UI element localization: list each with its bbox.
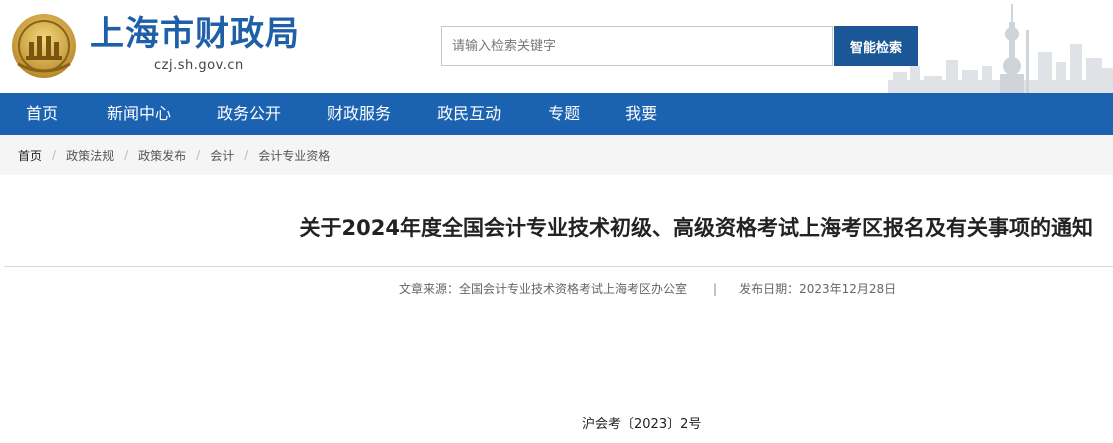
- city-skyline-icon: [888, 4, 1113, 93]
- nav-item-i-want[interactable]: 我要: [625, 93, 657, 135]
- main-nav: 首页 新闻中心 政务公开 财政服务 政民互动 专题 我要: [0, 93, 1113, 135]
- breadcrumb-separator: /: [196, 148, 201, 162]
- document-number: 沪会考〔2023〕2号: [582, 417, 702, 432]
- nav-item-finance-services[interactable]: 财政服务: [327, 93, 391, 135]
- nav-item-topics[interactable]: 专题: [548, 93, 580, 135]
- search-box: [441, 26, 833, 66]
- article-title: 关于2024年度全国会计专业技术初级、高级资格考试上海考区报名及有关事项的通知: [299, 216, 1093, 240]
- breadcrumb-separator: /: [52, 148, 57, 162]
- site-title[interactable]: 上海市财政局: [90, 14, 300, 54]
- publish-date: 2023年12月28日: [799, 282, 897, 296]
- breadcrumb-separator: /: [124, 148, 129, 162]
- article-source: 全国会计专业技术资格考试上海考区办公室: [459, 282, 688, 296]
- breadcrumb-separator: /: [244, 148, 249, 162]
- breadcrumb-accounting[interactable]: 会计: [210, 147, 234, 164]
- nav-item-news[interactable]: 新闻中心: [107, 93, 171, 135]
- nav-item-gov-affairs[interactable]: 政务公开: [217, 93, 281, 135]
- site-domain: czj.sh.gov.cn: [154, 58, 244, 73]
- date-label: 发布日期：: [739, 282, 800, 296]
- article-meta: 文章来源：全国会计专业技术资格考试上海考区办公室 | 发布日期：2023年12月28…: [399, 280, 896, 298]
- search-input[interactable]: [442, 27, 832, 65]
- nav-item-home[interactable]: 首页: [26, 93, 58, 135]
- breadcrumb-home[interactable]: 首页: [18, 147, 42, 164]
- title-divider: [4, 266, 1113, 267]
- breadcrumb-policy[interactable]: 政策法规: [66, 147, 114, 164]
- breadcrumb-accounting-qualification[interactable]: 会计专业资格: [258, 147, 330, 164]
- source-label: 文章来源：: [399, 282, 460, 296]
- emblem-logo-icon[interactable]: [8, 12, 80, 80]
- meta-separator: |: [713, 282, 718, 296]
- breadcrumb-policy-release[interactable]: 政策发布: [138, 147, 186, 164]
- breadcrumb: 首页 / 政策法规 / 政策发布 / 会计 / 会计专业资格: [0, 135, 1113, 175]
- site-header: 上海市财政局 czj.sh.gov.cn 智能检索: [0, 0, 1113, 93]
- nav-item-interaction[interactable]: 政民互动: [437, 93, 501, 135]
